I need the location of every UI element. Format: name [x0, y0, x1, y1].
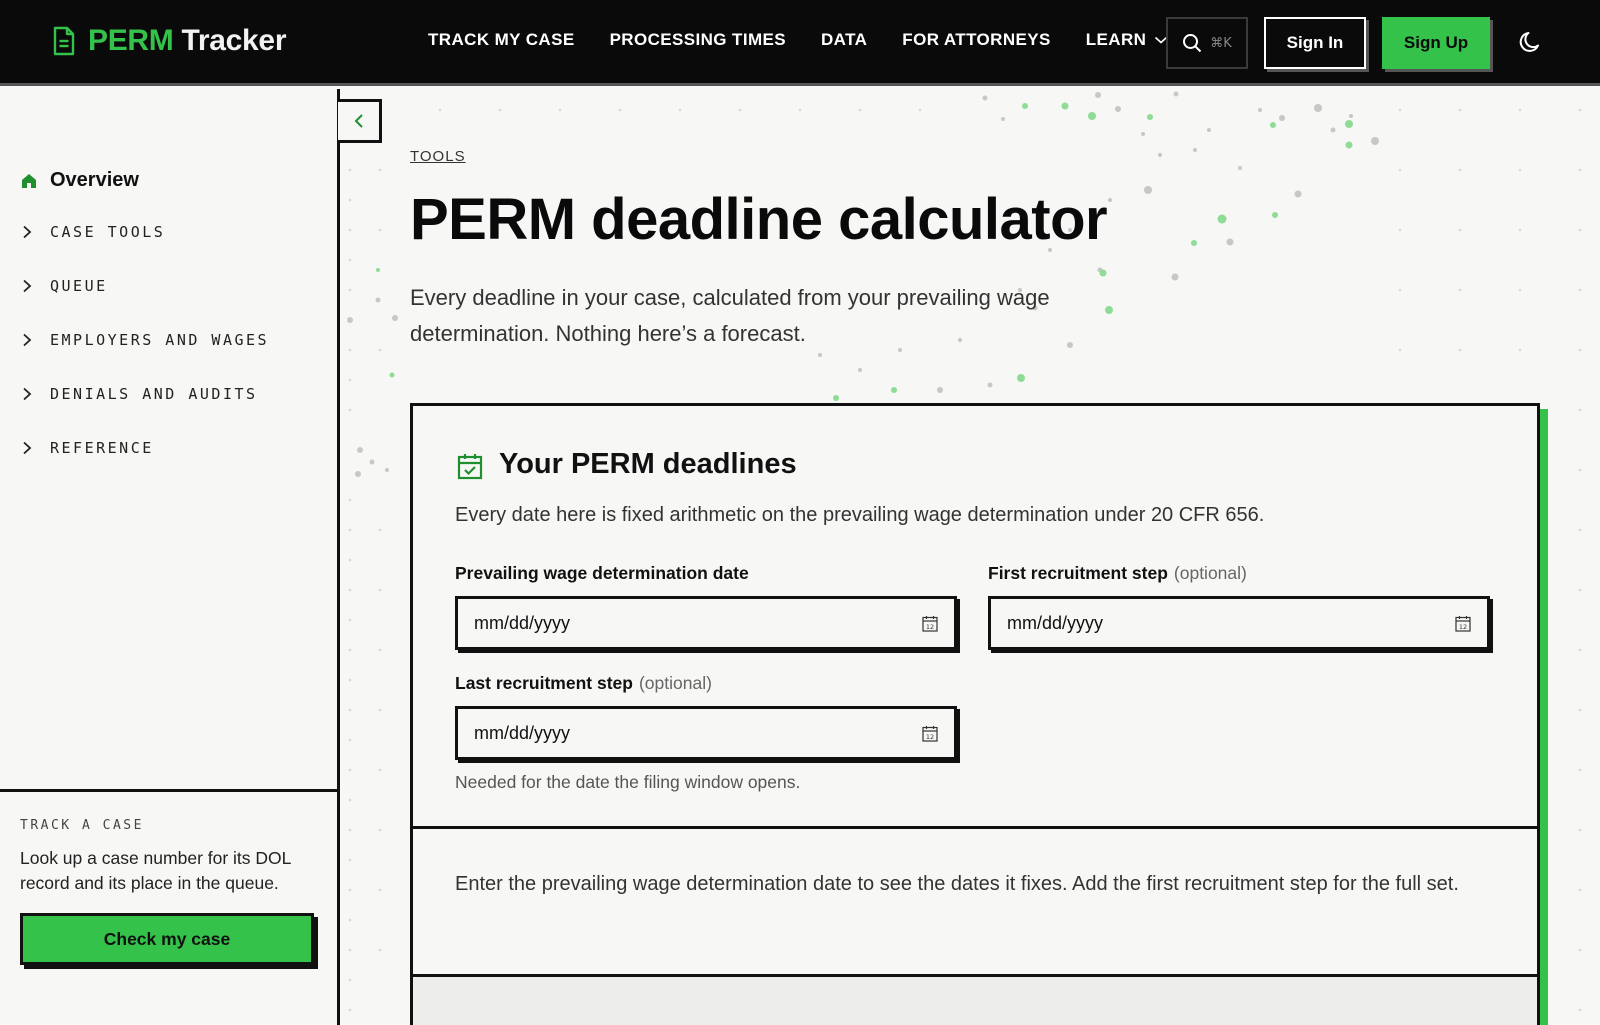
last-recruitment-label: Last recruitment step (optional): [455, 673, 712, 694]
track-case-heading: TRACK A CASE: [20, 818, 144, 833]
sidebar-item-label: Overview: [50, 169, 139, 191]
chevron-left-icon: [354, 114, 363, 128]
deadlines-card: Your PERM deadlines Every date here is f…: [410, 403, 1540, 1025]
last-recruitment-placeholder: mm/dd/yyyy: [474, 722, 571, 743]
first-recruitment-label: First recruitment step (optional): [988, 563, 1247, 584]
top-navigation-bar: PERM Tracker TRACK MY CASE PROCESSING TI…: [0, 0, 1600, 86]
first-recruitment-input[interactable]: mm/dd/yyyy 12: [988, 596, 1490, 650]
last-recruitment-label-text: Last recruitment step: [455, 673, 633, 693]
nav-data[interactable]: DATA: [821, 30, 867, 50]
chevron-right-icon: [23, 279, 32, 293]
sidebar-item-label: DENIALS AND AUDITS: [50, 385, 258, 403]
home-icon: [22, 173, 36, 188]
sign-in-button[interactable]: Sign In: [1264, 17, 1366, 69]
chevron-right-icon: [23, 333, 32, 347]
sidebar-item-employers-and-wages[interactable]: EMPLOYERS AND WAGES: [22, 331, 269, 349]
pwd-date-placeholder: mm/dd/yyyy: [474, 612, 571, 633]
page-title: PERM deadline calculator: [410, 187, 1108, 252]
nav-track-my-case[interactable]: TRACK MY CASE: [428, 30, 575, 50]
nav-learn-label: LEARN: [1085, 30, 1147, 49]
svg-text:12: 12: [926, 732, 934, 740]
page-description: Every deadline in your case, calculated …: [410, 285, 1050, 346]
sidebar-item-reference[interactable]: REFERENCE: [22, 439, 154, 457]
search-shortcut: ⌘K: [1210, 35, 1232, 51]
first-recruitment-placeholder: mm/dd/yyyy: [1007, 612, 1104, 633]
results-placeholder-message: Enter the prevailing wage determination …: [455, 873, 1459, 895]
chevron-right-icon: [23, 441, 32, 455]
sidebar-item-denials-and-audits[interactable]: DENIALS AND AUDITS: [22, 385, 258, 403]
optional-tag: (optional): [638, 673, 712, 693]
last-recruitment-help: Needed for the date the filing window op…: [455, 772, 801, 792]
nav-learn[interactable]: LEARN: [1086, 30, 1169, 50]
search-icon: [1183, 34, 1202, 53]
pwd-date-label-text: Prevailing wage determination date: [455, 563, 749, 583]
nav-for-attorneys[interactable]: FOR ATTORNEYS: [902, 30, 1050, 50]
document-icon: [53, 26, 75, 56]
card-title: Your PERM deadlines: [499, 448, 797, 480]
track-case-panel: TRACK A CASE Look up a case number for i…: [0, 789, 338, 1025]
sidebar-item-label: REFERENCE: [50, 439, 154, 457]
card-shadow-edge: [1540, 409, 1543, 1025]
sidebar-item-queue[interactable]: QUEUE: [22, 277, 108, 295]
sidebar-item-overview[interactable]: Overview: [20, 169, 139, 192]
chevron-right-icon: [23, 387, 32, 401]
sidebar-collapse-button[interactable]: [338, 99, 382, 143]
pwd-date-input[interactable]: mm/dd/yyyy 12: [455, 596, 957, 650]
calendar-check-icon: [457, 454, 483, 480]
sidebar-item-label: CASE TOOLS: [50, 223, 166, 241]
chevron-right-icon: [23, 225, 32, 239]
track-case-description: Look up a case number for its DOL record…: [20, 848, 291, 893]
breadcrumb[interactable]: TOOLS: [410, 148, 466, 165]
optional-tag: (optional): [1173, 563, 1247, 583]
svg-text:12: 12: [1459, 622, 1467, 630]
logo-text-tracker: Tracker: [181, 24, 287, 57]
site-logo[interactable]: PERM Tracker: [52, 24, 287, 58]
moon-icon[interactable]: [1518, 29, 1544, 55]
nav-processing-times[interactable]: PROCESSING TIMES: [610, 30, 786, 50]
calendar-icon[interactable]: 12: [1455, 615, 1471, 632]
card-description: Every date here is fixed arithmetic on t…: [455, 504, 1265, 526]
results-area: [413, 977, 1537, 1025]
first-recruitment-label-text: First recruitment step: [988, 563, 1168, 583]
sidebar-item-label: QUEUE: [50, 277, 108, 295]
sign-up-button[interactable]: Sign Up: [1382, 17, 1490, 69]
calendar-icon[interactable]: 12: [922, 615, 938, 632]
sidebar-item-label: EMPLOYERS AND WAGES: [50, 331, 270, 349]
pwd-date-label: Prevailing wage determination date: [455, 563, 749, 584]
check-my-case-button[interactable]: Check my case: [20, 913, 314, 965]
sidebar: Overview CASE TOOLS QUEUE EMPLOYERS AND …: [0, 89, 340, 1025]
last-recruitment-input[interactable]: mm/dd/yyyy 12: [455, 706, 957, 760]
sidebar-item-case-tools[interactable]: CASE TOOLS: [22, 223, 165, 241]
search-button[interactable]: ⌘K: [1166, 17, 1248, 69]
card-divider: [413, 826, 1537, 829]
svg-text:12: 12: [926, 622, 934, 630]
calendar-icon[interactable]: 12: [922, 725, 938, 742]
logo-text-perm: PERM: [88, 24, 174, 57]
main-nav: TRACK MY CASE PROCESSING TIMES DATA FOR …: [428, 30, 1168, 50]
